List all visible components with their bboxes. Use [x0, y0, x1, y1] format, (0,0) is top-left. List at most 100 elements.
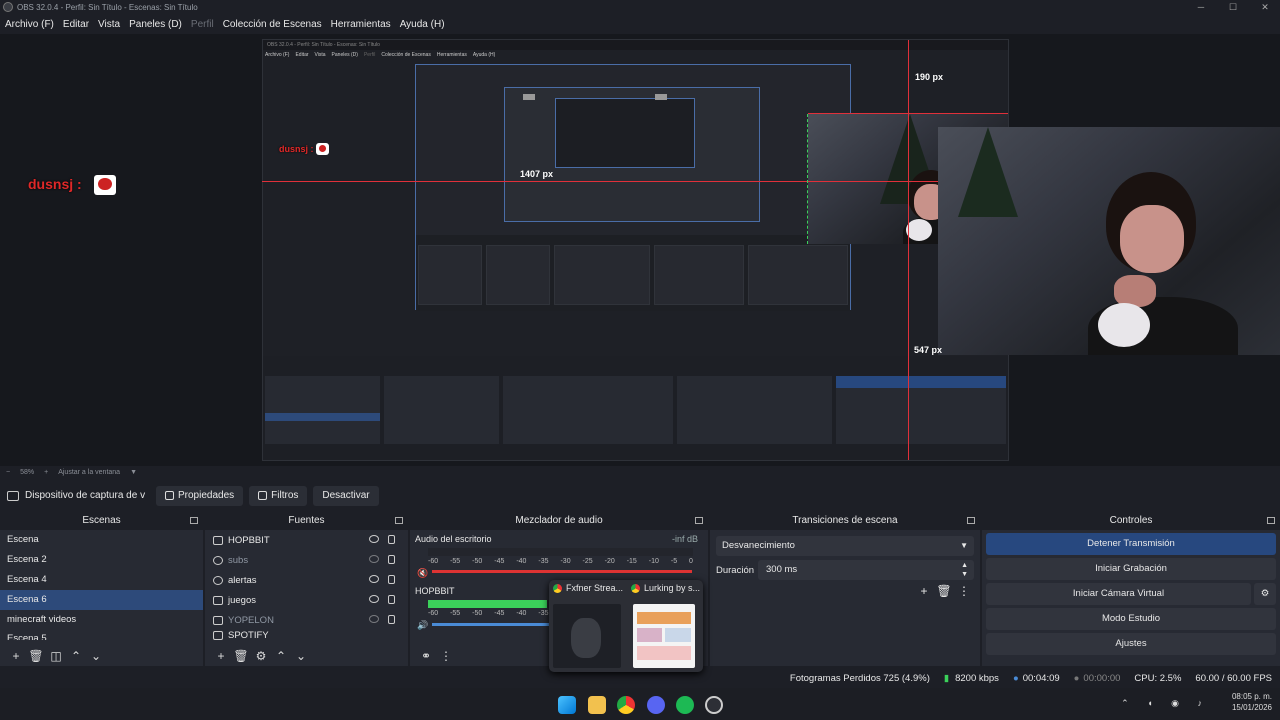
source-item[interactable]: HOPBBIT	[205, 530, 408, 550]
filter-icon	[258, 491, 268, 500]
start-recording-button[interactable]: Iniciar Grabación	[986, 558, 1276, 580]
source-item[interactable]: alertas	[205, 570, 408, 590]
add-source-button[interactable]: +	[211, 649, 231, 663]
window-icon	[213, 630, 223, 640]
lock-icon[interactable]	[388, 535, 395, 544]
spotify-icon[interactable]	[676, 696, 694, 714]
properties-button[interactable]: Propiedades	[156, 485, 244, 506]
scene-item[interactable]: Escena 4	[0, 570, 203, 590]
globe-icon	[213, 575, 223, 585]
menu-archivo[interactable]: Archivo (F)	[2, 19, 57, 30]
nested-lower-area	[263, 356, 1008, 460]
gear-icon[interactable]: ⚙	[1254, 583, 1276, 605]
lock-icon[interactable]	[388, 615, 395, 624]
menu-paneles[interactable]: Paneles (D)	[126, 19, 185, 30]
chevron-down-icon[interactable]: ▼	[130, 469, 137, 476]
preview-tab-2[interactable]: Lurking by s...	[631, 583, 701, 593]
undock-icon[interactable]	[190, 517, 198, 524]
eye-icon[interactable]	[369, 535, 379, 543]
source-item[interactable]: juegos	[205, 590, 408, 610]
zoom-in-button[interactable]: +	[44, 469, 48, 476]
zoom-out-button[interactable]: −	[6, 469, 10, 476]
lock-icon[interactable]	[388, 595, 395, 604]
source-item[interactable]: SPOTIFY	[205, 630, 408, 640]
nested-docks	[416, 235, 850, 311]
deactivate-button[interactable]: Desactivar	[313, 485, 379, 506]
scene-item[interactable]: Escena	[0, 530, 203, 550]
eye-icon[interactable]	[369, 575, 379, 583]
muted-speaker-icon[interactable]: 🔇	[417, 568, 428, 579]
scene-item[interactable]: Escena 5	[0, 630, 203, 640]
minimize-icon[interactable]: ─	[1186, 0, 1216, 14]
menu-coleccion[interactable]: Colección de Escenas	[220, 19, 325, 30]
more-menu-icon[interactable]: ⋮	[436, 649, 456, 663]
link-icon[interactable]: ⚭	[416, 649, 436, 663]
source-item[interactable]: subs	[205, 550, 408, 570]
undock-icon[interactable]	[967, 517, 975, 524]
guide-line-h	[262, 181, 938, 182]
browser-tab-preview[interactable]: Fxfner Strea... Lurking by s...	[549, 580, 703, 672]
add-transition-button[interactable]: +	[914, 584, 934, 598]
system-tray-icons[interactable]: ⌃ ◖ ◉ ♪	[1121, 698, 1210, 709]
eye-hidden-icon[interactable]	[369, 555, 379, 563]
add-scene-button[interactable]: +	[6, 649, 26, 663]
menu-ayuda[interactable]: Ayuda (H)	[397, 19, 448, 30]
preview-tab-1[interactable]: Fxfner Strea...	[553, 583, 627, 593]
undock-icon[interactable]	[395, 517, 403, 524]
virtual-camera-button[interactable]: Iniciar Cámara Virtual	[986, 583, 1251, 605]
menu-editar[interactable]: Editar	[60, 19, 92, 30]
record-icon: ●	[1073, 672, 1080, 684]
discord-icon[interactable]	[647, 696, 665, 714]
transition-select[interactable]: Desvanecimiento ▼	[716, 536, 974, 556]
remove-transition-button[interactable]: 🗑	[934, 584, 954, 598]
track1-volume-slider[interactable]	[432, 570, 692, 573]
transitions-dock: Transiciones de escena Desvanecimiento ▼ …	[710, 512, 980, 666]
move-up-button[interactable]: ⌃	[66, 649, 86, 663]
remove-source-button[interactable]: 🗑	[231, 649, 251, 663]
speaker-icon[interactable]: 🔊	[417, 620, 428, 631]
undock-icon[interactable]	[695, 517, 703, 524]
maximize-icon[interactable]: ☐	[1218, 0, 1248, 14]
menu-vista[interactable]: Vista	[95, 19, 123, 30]
preview-thumb-2[interactable]	[633, 604, 695, 668]
move-down-button[interactable]: ⌄	[291, 649, 311, 663]
scene-item[interactable]: minecraft videos	[0, 610, 203, 630]
filters-button[interactable]: Filtros	[249, 485, 308, 506]
duration-input[interactable]: 300 ms ▲ ▼	[758, 560, 974, 580]
file-explorer-icon[interactable]	[588, 696, 606, 714]
clock[interactable]: 08:05 p. m. 15/01/2026	[1232, 691, 1272, 713]
close-icon[interactable]: ✕	[1250, 0, 1280, 14]
eye-icon[interactable]	[369, 595, 379, 603]
menu-herramientas[interactable]: Herramientas	[328, 19, 394, 30]
preview-thumb-1[interactable]	[553, 604, 621, 668]
scene-item-selected[interactable]: Escena 6	[0, 590, 203, 610]
scene-item[interactable]: Escena 2	[0, 550, 203, 570]
lock-icon[interactable]	[388, 555, 395, 564]
studio-mode-button[interactable]: Modo Estudio	[986, 608, 1276, 630]
lock-icon[interactable]	[388, 575, 395, 584]
menu-perfil[interactable]: Perfil	[188, 19, 217, 30]
source-item[interactable]: YOPELON	[205, 610, 408, 630]
obs-icon[interactable]	[705, 696, 723, 714]
preview-canvas[interactable]: dusnsj : OBS 32.0.4 - Perfil: Sin Título…	[0, 34, 1280, 466]
remove-scene-button[interactable]: 🗑	[26, 649, 46, 663]
nested-preview-2	[415, 64, 851, 311]
source-settings-button[interactable]: ⚙	[251, 649, 271, 663]
eye-hidden-icon[interactable]	[369, 615, 379, 623]
sources-title: Fuentes	[288, 515, 325, 526]
windows-start-icon[interactable]	[558, 696, 576, 714]
scene-filters-button[interactable]: ◫	[46, 649, 66, 663]
undock-icon[interactable]	[1267, 517, 1275, 524]
guide-edge-left	[807, 114, 808, 244]
gear-icon	[165, 491, 174, 500]
move-down-button[interactable]: ⌄	[86, 649, 106, 663]
chrome-icon[interactable]	[617, 696, 635, 714]
settings-button[interactable]: Ajustes	[986, 633, 1276, 655]
move-up-button[interactable]: ⌃	[271, 649, 291, 663]
zoom-fit-button[interactable]: Ajustar a la ventana	[58, 469, 120, 476]
transition-menu-icon[interactable]: ⋮	[954, 584, 974, 598]
guide-line-h2	[808, 113, 1008, 114]
webcam-source[interactable]	[938, 127, 1280, 355]
nested-obs-window: OBS 32.0.4 - Perfil: Sin Título - Escena…	[262, 39, 1009, 461]
stop-stream-button[interactable]: Detener Transmisión	[986, 533, 1276, 555]
